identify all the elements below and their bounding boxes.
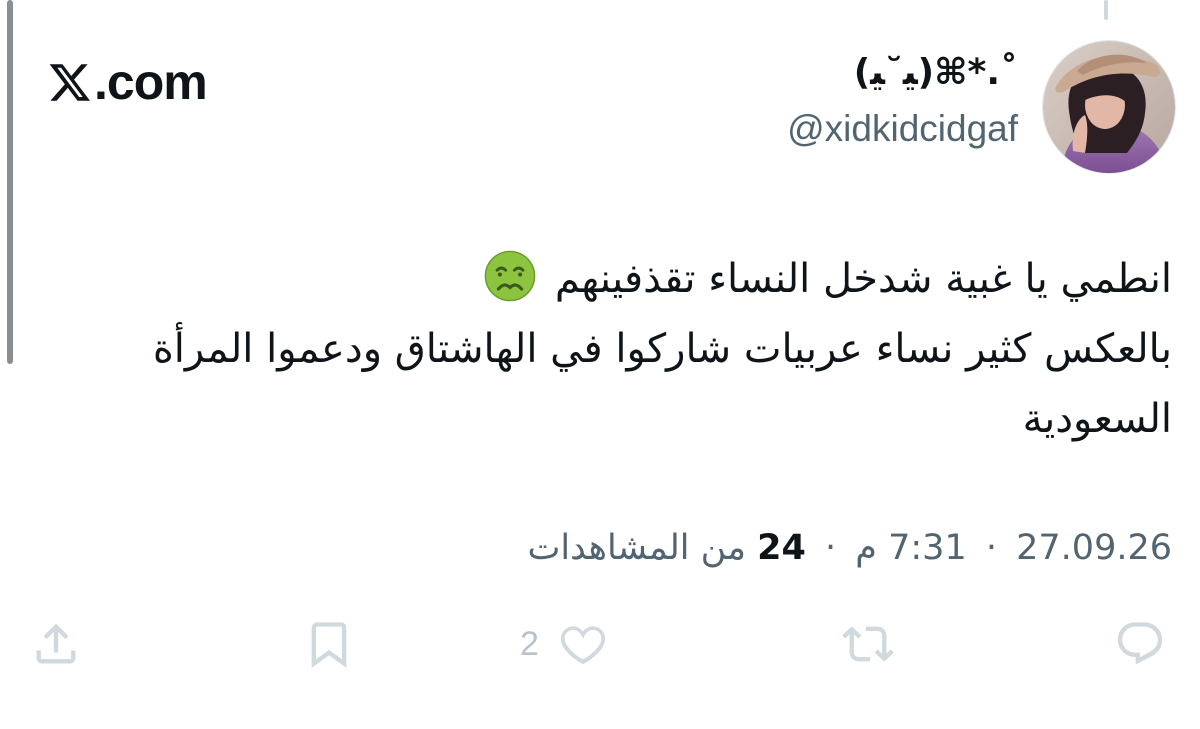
tweet-author[interactable]: (ﻴ˘ﻴ)⌘*.˚ @xidkidcidgaf xyxy=(787,48,1018,154)
tweet-actions: 2 xyxy=(0,612,1200,676)
tweet-text: انطمي يا غبية شدخل النساء تقذفينهم بالعك… xyxy=(22,244,1172,454)
tweet-text-line-1: انطمي يا غبية شدخل النساء تقذفينهم xyxy=(22,244,1172,314)
thread-connector-top xyxy=(1104,0,1108,20)
x-logo-icon xyxy=(49,64,90,101)
like-button[interactable]: 2 xyxy=(520,612,609,676)
tweet-screenshot: .com (ﻴ˘ﻴ)⌘*.˚ @xidkidcidgaf انطمي يا غب… xyxy=(0,0,1200,729)
tweet-text-line-2: بالعكس كثير نساء عربيات شاركوا في الهاشت… xyxy=(152,326,1172,372)
meta-separator-2: · xyxy=(825,528,837,568)
tweet-date[interactable]: 27.09.26 xyxy=(1016,522,1172,574)
like-count: 2 xyxy=(520,624,539,663)
bookmark-icon xyxy=(311,622,347,668)
tweet-text-line-1-content: انطمي يا غبية شدخل النساء تقذفينهم xyxy=(554,256,1172,302)
tweet-text-line-3: السعودية xyxy=(1022,396,1172,442)
retweet-icon xyxy=(842,626,894,662)
author-handle[interactable]: @xidkidcidgaf xyxy=(787,104,1018,154)
share-icon xyxy=(36,623,76,664)
share-button[interactable] xyxy=(30,612,82,676)
retweet-button[interactable] xyxy=(842,612,894,676)
meta-separator: · xyxy=(985,528,997,568)
views-label: من المشاهدات xyxy=(527,528,747,568)
avatar[interactable] xyxy=(1042,40,1176,174)
nauseated-face-icon xyxy=(484,250,536,302)
reply-button[interactable] xyxy=(1114,612,1166,676)
avatar-image xyxy=(1043,41,1175,173)
reply-icon xyxy=(1117,622,1163,665)
heart-icon xyxy=(560,626,606,665)
author-display-name[interactable]: (ﻴ˘ﻴ)⌘*.˚ xyxy=(787,48,1018,98)
views-count: 24 xyxy=(757,528,806,568)
tweet-ampm: م xyxy=(855,528,877,568)
thread-connector-line xyxy=(7,0,13,364)
brand-text: .com xyxy=(94,54,208,110)
bookmark-button[interactable] xyxy=(303,612,355,676)
tweet-meta: 27.09.26 · 7:31 م · 24 من المشاهدات xyxy=(527,522,1172,574)
watermark-brand: .com xyxy=(48,52,208,112)
tweet-time[interactable]: 7:31 xyxy=(888,522,967,574)
